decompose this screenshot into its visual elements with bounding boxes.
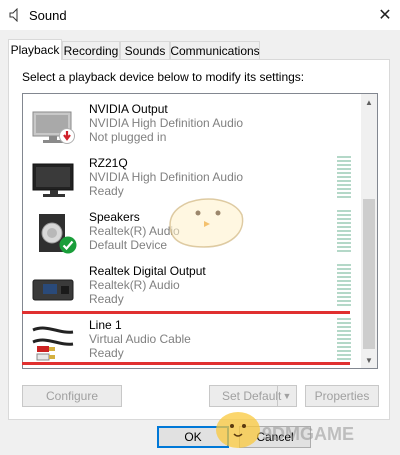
device-status: Ready	[89, 346, 124, 360]
volume-meter	[337, 210, 351, 254]
tab-sounds[interactable]: Sounds	[120, 41, 170, 59]
device-status: Ready	[89, 184, 124, 198]
device-description: NVIDIA High Definition Audio	[89, 170, 244, 184]
tab-playback[interactable]: Playback	[8, 39, 62, 60]
device-name: Realtek Digital Output	[89, 264, 206, 278]
tab-recording[interactable]: Recording	[62, 41, 120, 59]
rca-cable-icon	[32, 326, 74, 361]
instruction-text: Select a playback device below to modify…	[22, 70, 305, 84]
speaker-app-icon	[9, 8, 18, 22]
scroll-down-icon[interactable]: ▼	[361, 352, 377, 368]
default-check-icon	[59, 236, 77, 254]
device-description: Virtual Audio Cable	[89, 332, 191, 346]
window-title: Sound	[29, 8, 67, 23]
device-status: Default Device	[89, 238, 168, 252]
mascot-watermark-image	[169, 198, 244, 248]
device-name: NVIDIA Output	[89, 102, 168, 116]
set-default-label: Set Default	[222, 389, 282, 403]
tab-communications[interactable]: Communications	[170, 41, 260, 59]
title-bar: Sound ✕	[0, 0, 400, 30]
device-name: RZ21Q	[89, 156, 128, 170]
volume-meter	[337, 264, 351, 308]
configure-button[interactable]: Configure	[22, 385, 122, 407]
device-item-nvidia-output[interactable]: NVIDIA Output NVIDIA High Definition Aud…	[23, 98, 363, 150]
close-icon[interactable]: ✕	[370, 0, 400, 30]
device-status: Not plugged in	[89, 130, 167, 144]
monitor-icon	[32, 163, 74, 197]
device-description: Realtek(R) Audio	[89, 278, 180, 292]
volume-meter	[337, 156, 351, 200]
volume-meter	[337, 318, 351, 362]
device-item-line-1[interactable]: Line 1 Virtual Audio Cable Ready	[23, 314, 363, 366]
unplugged-arrow-icon	[59, 128, 75, 144]
device-name: Line 1	[89, 318, 122, 332]
digital-output-icon	[32, 279, 74, 301]
mascot-watermark-image	[216, 412, 260, 448]
device-description: NVIDIA High Definition Audio	[89, 116, 244, 130]
device-status: Ready	[89, 292, 124, 306]
list-scrollbar[interactable]: ▲ ▼	[361, 94, 377, 368]
device-item-realtek-digital-output[interactable]: Realtek Digital Output Realtek(R) Audio …	[23, 260, 363, 312]
scroll-up-icon[interactable]: ▲	[361, 94, 377, 110]
watermark-text: 9DMGAME	[262, 424, 355, 444]
properties-button[interactable]: Properties	[305, 385, 379, 407]
scroll-thumb[interactable]	[363, 199, 375, 349]
device-name: Speakers	[89, 210, 140, 224]
chevron-down-icon[interactable]: ▼	[277, 386, 296, 406]
highlight-line-bottom	[22, 362, 350, 365]
highlight-line-top	[22, 311, 350, 314]
